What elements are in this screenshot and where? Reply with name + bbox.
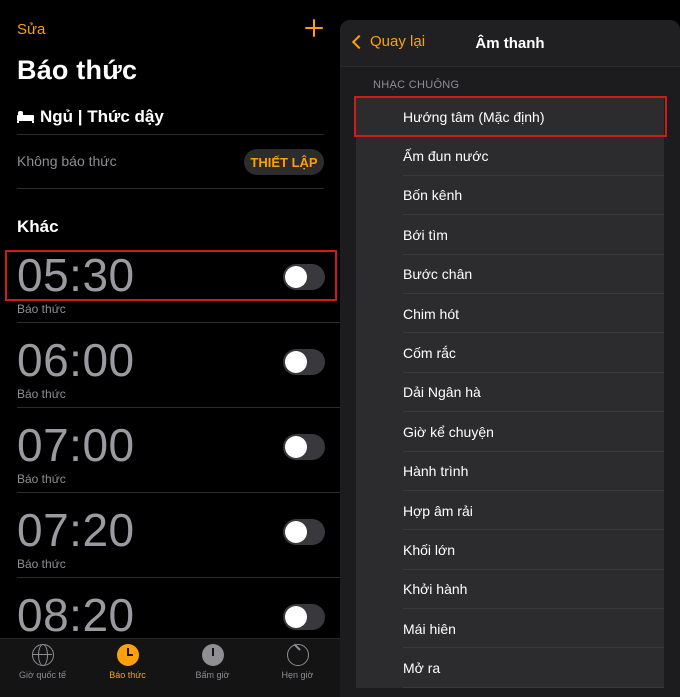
alarm-label: Báo thức	[17, 472, 66, 486]
globe-icon	[31, 644, 54, 666]
alarm-row[interactable]: 06:00 Báo thức	[0, 334, 340, 419]
alarm-time: 07:20	[17, 504, 135, 556]
ringtone-name: Bới tìm	[403, 226, 448, 243]
ringtone-name: Hợp âm rải	[403, 502, 473, 519]
list-item[interactable]: Giờ kể chuyện	[356, 412, 664, 452]
tab-timer[interactable]: Hẹn giờ	[255, 644, 340, 680]
toggle-knob	[285, 436, 307, 458]
tab-label: Bấm giờ	[195, 670, 230, 680]
alarm-toggle[interactable]	[283, 349, 325, 375]
divider	[17, 407, 340, 408]
list-item[interactable]: Hợp âm rải	[356, 491, 664, 531]
ringtone-list: Hướng tâm (Mặc định) Ấm đun nước Bốn kên…	[356, 97, 664, 688]
list-item[interactable]: Bước chân	[356, 255, 664, 294]
navigation-bar: Quay lại Âm thanh	[340, 20, 680, 67]
nav-title: Âm thanh	[475, 35, 545, 52]
setup-button[interactable]: THIẾT LẬP	[244, 149, 324, 175]
list-item[interactable]: Mở ra	[356, 648, 664, 688]
tab-label: Giờ quốc tế	[19, 670, 66, 680]
page-title: Báo thức	[17, 55, 138, 85]
alarm-label: Báo thức	[17, 302, 66, 316]
sleep-wake-label: Ngủ | Thức dậy	[40, 107, 164, 126]
tab-alarm[interactable]: Báo thức	[85, 644, 170, 680]
highlight-box	[354, 96, 667, 137]
edit-button[interactable]: Sửa	[17, 21, 45, 38]
timer-icon	[286, 644, 309, 666]
alarm-row[interactable]: 07:20 Báo thức	[0, 504, 340, 589]
alarm-screen: Sửa Báo thức Ngủ | Thức dậy Không báo th…	[0, 0, 340, 697]
tab-label: Báo thức	[109, 670, 146, 680]
list-item[interactable]: Khởi hành	[356, 570, 664, 610]
alarm-row[interactable]: 07:00 Báo thức	[0, 419, 340, 504]
sleep-wake-header: Ngủ | Thức dậy	[17, 107, 164, 127]
alarm-toggle[interactable]	[283, 519, 325, 545]
toggle-knob	[285, 606, 307, 628]
alarm-time: 06:00	[17, 334, 135, 386]
alarm-toggle[interactable]	[283, 434, 325, 460]
alarm-clock-icon	[116, 644, 139, 666]
divider	[17, 322, 340, 323]
add-alarm-icon[interactable]	[303, 17, 325, 39]
divider	[17, 492, 340, 493]
tab-stopwatch[interactable]: Bấm giờ	[170, 644, 255, 680]
ringtone-name: Ấm đun nước	[403, 148, 489, 165]
sound-screen: Quay lại Âm thanh NHẠC CHUÔNG Hướng tâm …	[340, 20, 680, 697]
list-item[interactable]: Bới tìm	[356, 215, 664, 255]
divider	[17, 134, 324, 135]
list-item[interactable]: Hành trình	[356, 452, 664, 491]
list-item[interactable]: Dải Ngân hà	[356, 373, 664, 413]
list-item[interactable]: Mái hiên	[356, 609, 664, 649]
tab-bar: Giờ quốc tế Báo thức Bấm giờ Hẹn giờ	[0, 638, 340, 697]
tab-label: Hẹn giờ	[281, 670, 314, 680]
list-item[interactable]: Cốm rắc	[356, 333, 664, 373]
ringtone-name: Khối lớn	[403, 541, 455, 558]
list-item[interactable]: Bốn kênh	[356, 176, 664, 216]
other-section-header: Khác	[17, 217, 59, 236]
ringtone-name: Hành trình	[403, 463, 469, 480]
ringtone-section-header: NHẠC CHUÔNG	[373, 79, 460, 91]
list-item[interactable]: Chim hót	[356, 294, 664, 334]
stopwatch-icon	[201, 644, 224, 666]
divider	[17, 577, 340, 578]
alarm-time: 07:00	[17, 419, 135, 471]
ringtone-name: Bốn kênh	[403, 187, 463, 204]
ringtone-name: Giờ kể chuyện	[403, 423, 494, 440]
ringtone-name: Khởi hành	[403, 581, 468, 598]
bed-icon	[17, 111, 34, 123]
alarm-toggle[interactable]	[283, 604, 325, 630]
toggle-knob	[285, 521, 307, 543]
divider	[17, 188, 324, 189]
alarm-label: Báo thức	[17, 387, 66, 401]
toggle-knob	[285, 351, 307, 373]
highlight-box	[5, 250, 337, 301]
alarm-time: 08:20	[17, 589, 135, 641]
ringtone-name: Chim hót	[403, 305, 460, 322]
no-alarm-label: Không báo thức	[17, 153, 117, 169]
ringtone-name: Cốm rắc	[403, 345, 456, 362]
ringtone-name: Mở ra	[403, 660, 441, 677]
ringtone-name: Bước chân	[403, 266, 473, 283]
ringtone-name: Mái hiên	[403, 620, 456, 637]
list-item[interactable]: Ấm đun nước	[356, 136, 664, 176]
alarm-label: Báo thức	[17, 557, 66, 571]
ringtone-name: Dải Ngân hà	[403, 384, 481, 401]
tab-world-clock[interactable]: Giờ quốc tế	[0, 644, 85, 680]
list-item[interactable]: Khối lớn	[356, 530, 664, 570]
